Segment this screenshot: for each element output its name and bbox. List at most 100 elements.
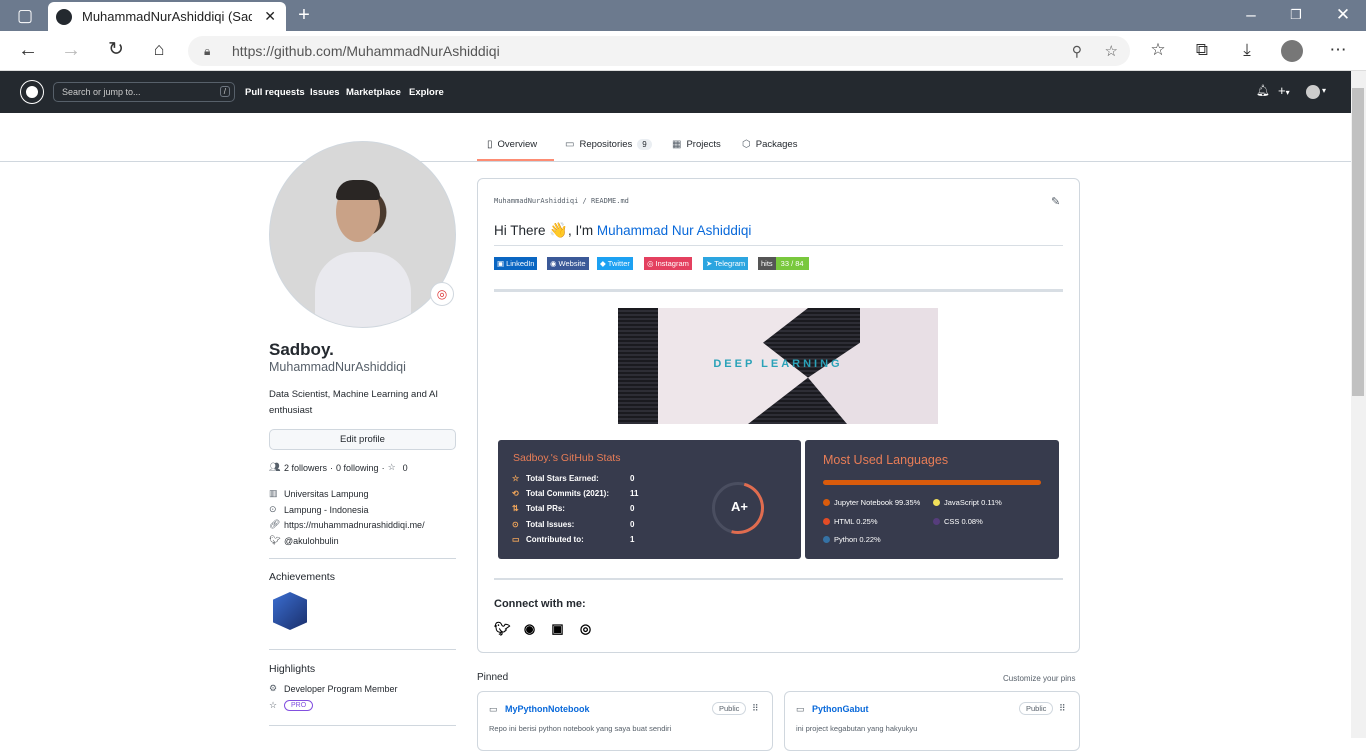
tab-packages[interactable]: ⬡ Packages bbox=[742, 139, 797, 150]
issue-icon: ⊙ bbox=[512, 520, 519, 529]
telegram-icon: ➤ bbox=[706, 259, 713, 268]
github-logo-icon[interactable] bbox=[21, 81, 43, 103]
telegram-badge[interactable]: ➤ Telegram bbox=[703, 257, 749, 270]
follow-stats: 👥︎ 2 followers · 0 following · ☆ 0 bbox=[269, 462, 408, 473]
gear-icon: ⚙︎ bbox=[269, 683, 278, 693]
forward-icon[interactable]: → bbox=[60, 40, 82, 60]
language-item: CSS 0.08% bbox=[933, 517, 983, 526]
nav-marketplace[interactable]: Marketplace bbox=[346, 87, 401, 98]
language-item: HTML 0.25% bbox=[823, 517, 878, 526]
instagram-badge[interactable]: ◎ Instagram bbox=[644, 257, 692, 270]
linkedin-icon[interactable]: ▣ bbox=[550, 621, 565, 636]
profile-tabs: ▯ Overview ▭ Repositories 9 ▦ Projects ⬡… bbox=[0, 127, 1351, 162]
favorites-icon[interactable]: ☆ bbox=[1147, 40, 1169, 60]
browser-profile-avatar[interactable] bbox=[1281, 40, 1303, 62]
website-item: 🔗︎ https://muhammadnurashiddiqi.me/ bbox=[269, 519, 425, 530]
address-bar[interactable]: 🔒︎ https://github.com/MuhammadNurAshiddi… bbox=[188, 36, 1130, 66]
profile-name: Sadboy. bbox=[269, 340, 334, 359]
more-menu-icon[interactable]: ⋯ bbox=[1327, 40, 1349, 60]
nav-pull-requests[interactable]: Pull requests bbox=[245, 87, 305, 98]
link-icon: 🔗︎ bbox=[269, 519, 281, 529]
reload-icon[interactable]: ↻ bbox=[105, 40, 127, 60]
new-tab-icon[interactable]: + bbox=[293, 5, 315, 25]
pinned-repo-card[interactable]: ▭ PythonGabut Public ⠿ ini project kegab… bbox=[784, 691, 1080, 751]
profile-avatar[interactable] bbox=[269, 141, 456, 328]
history-icon: ⟲ bbox=[512, 489, 519, 498]
stars-link[interactable]: 0 bbox=[403, 463, 408, 473]
tab-projects[interactable]: ▦ Projects bbox=[672, 139, 721, 150]
globe-icon: ◉ bbox=[550, 259, 557, 268]
restore-icon[interactable]: ❐ bbox=[1285, 5, 1307, 25]
search-input[interactable]: Search or jump to... / bbox=[53, 82, 235, 102]
instagram-icon: ◎ bbox=[647, 259, 654, 268]
home-icon[interactable]: ⌂ bbox=[148, 39, 170, 59]
repo-description: Repo ini berisi python notebook yang say… bbox=[489, 724, 672, 733]
star-icon: ☆ bbox=[387, 462, 396, 472]
repo-count: 9 bbox=[637, 139, 652, 150]
stat-row: ⇅ Total PRs: 0 bbox=[512, 504, 635, 513]
readme-path: MuhammadNurAshiddiqi / README.md bbox=[494, 197, 629, 205]
language-item: JavaScript 0.11% bbox=[933, 498, 1002, 507]
linkedin-badge[interactable]: ▣ LinkedIn bbox=[494, 257, 538, 270]
tab-actions-icon[interactable]: ▢ bbox=[14, 6, 36, 26]
following-link[interactable]: 0 following bbox=[336, 463, 379, 473]
drag-handle-icon[interactable]: ⠿ bbox=[752, 703, 759, 714]
repo-icon: ▭ bbox=[796, 704, 805, 714]
zoom-icon[interactable]: ⚲ bbox=[1072, 43, 1082, 60]
star-icon: ☆ bbox=[269, 700, 278, 710]
stat-row: ☆ Total Stars Earned: 0 bbox=[512, 474, 635, 483]
pinned-repo-card[interactable]: ▭ MyPythonNotebook Public ⠿ Repo ini ber… bbox=[477, 691, 773, 751]
instagram-icon[interactable]: ◎ bbox=[578, 621, 593, 636]
highlight-pro: ☆ PRO bbox=[269, 700, 314, 711]
location-icon: ⊙ bbox=[269, 504, 277, 514]
github-icon[interactable]: ◉ bbox=[522, 621, 537, 636]
nav-explore[interactable]: Explore bbox=[409, 87, 444, 98]
bell-icon[interactable]: 🔔︎ bbox=[1256, 84, 1270, 97]
people-icon: 👥︎ bbox=[269, 462, 281, 472]
scrollbar-thumb[interactable] bbox=[1352, 88, 1364, 396]
edit-profile-button[interactable]: Edit profile bbox=[269, 429, 456, 450]
browser-tab[interactable]: MuhammadNurAshiddiqi (Sadboy.) ✕ bbox=[48, 2, 286, 31]
org-item: ▥ Universitas Lampung bbox=[269, 488, 369, 499]
repo-name-link[interactable]: MyPythonNotebook bbox=[505, 704, 590, 714]
twitter-link[interactable]: @akulohbulin bbox=[284, 536, 339, 546]
followers-link[interactable]: 2 followers bbox=[284, 463, 327, 473]
location-item: ⊙ Lampung - Indonesia bbox=[269, 504, 369, 515]
create-new-icon[interactable]: +▾ bbox=[1278, 83, 1290, 98]
repo-name-link[interactable]: PythonGabut bbox=[812, 704, 869, 714]
nav-issues[interactable]: Issues bbox=[310, 87, 340, 98]
close-window-icon[interactable]: ✕ bbox=[1332, 5, 1354, 25]
user-menu-caret-icon[interactable]: ▾ bbox=[1322, 86, 1326, 95]
close-tab-icon[interactable]: ✕ bbox=[264, 8, 276, 25]
visibility-badge: Public bbox=[1019, 702, 1054, 715]
website-link[interactable]: https://muhammadnurashiddiqi.me/ bbox=[284, 520, 425, 530]
achievements-title: Achievements bbox=[269, 571, 335, 583]
twitter-badge[interactable]: ◆ Twitter bbox=[597, 257, 633, 270]
edit-readme-icon[interactable]: ✎ bbox=[1051, 195, 1060, 208]
project-icon: ▦ bbox=[672, 139, 682, 150]
twitter-icon[interactable]: 🐦︎ bbox=[494, 621, 511, 636]
language-dot bbox=[933, 518, 940, 525]
downloads-icon[interactable]: ⤓ bbox=[1236, 40, 1258, 60]
customize-pins-link[interactable]: Customize your pins bbox=[1003, 674, 1075, 683]
achievement-badge[interactable] bbox=[273, 592, 307, 630]
status-emoji-icon[interactable]: ◎ bbox=[430, 282, 454, 306]
tab-repositories[interactable]: ▭ Repositories 9 bbox=[565, 139, 652, 150]
minimize-icon[interactable]: – bbox=[1240, 5, 1262, 25]
divider bbox=[269, 725, 456, 726]
drag-handle-icon[interactable]: ⠿ bbox=[1059, 703, 1066, 714]
author-link[interactable]: Muhammad Nur Ashiddiqi bbox=[597, 223, 752, 238]
tab-overview[interactable]: ▯ Overview bbox=[487, 139, 537, 150]
language-dot bbox=[933, 499, 940, 506]
wave-icon: 👋 bbox=[549, 222, 568, 239]
website-badge[interactable]: ◉ Website bbox=[547, 257, 589, 270]
pull-request-icon: ⇅ bbox=[512, 504, 519, 513]
back-icon[interactable]: ← bbox=[17, 40, 39, 60]
user-menu-avatar[interactable] bbox=[1306, 85, 1320, 99]
connect-heading: Connect with me: bbox=[494, 598, 586, 610]
collections-icon[interactable]: ⧉ bbox=[1191, 40, 1213, 60]
pro-badge: PRO bbox=[284, 700, 314, 711]
repo-icon: ▭ bbox=[512, 535, 520, 544]
add-favorite-icon[interactable]: ☆ bbox=[1105, 42, 1118, 60]
search-shortcut-key: / bbox=[219, 86, 230, 97]
